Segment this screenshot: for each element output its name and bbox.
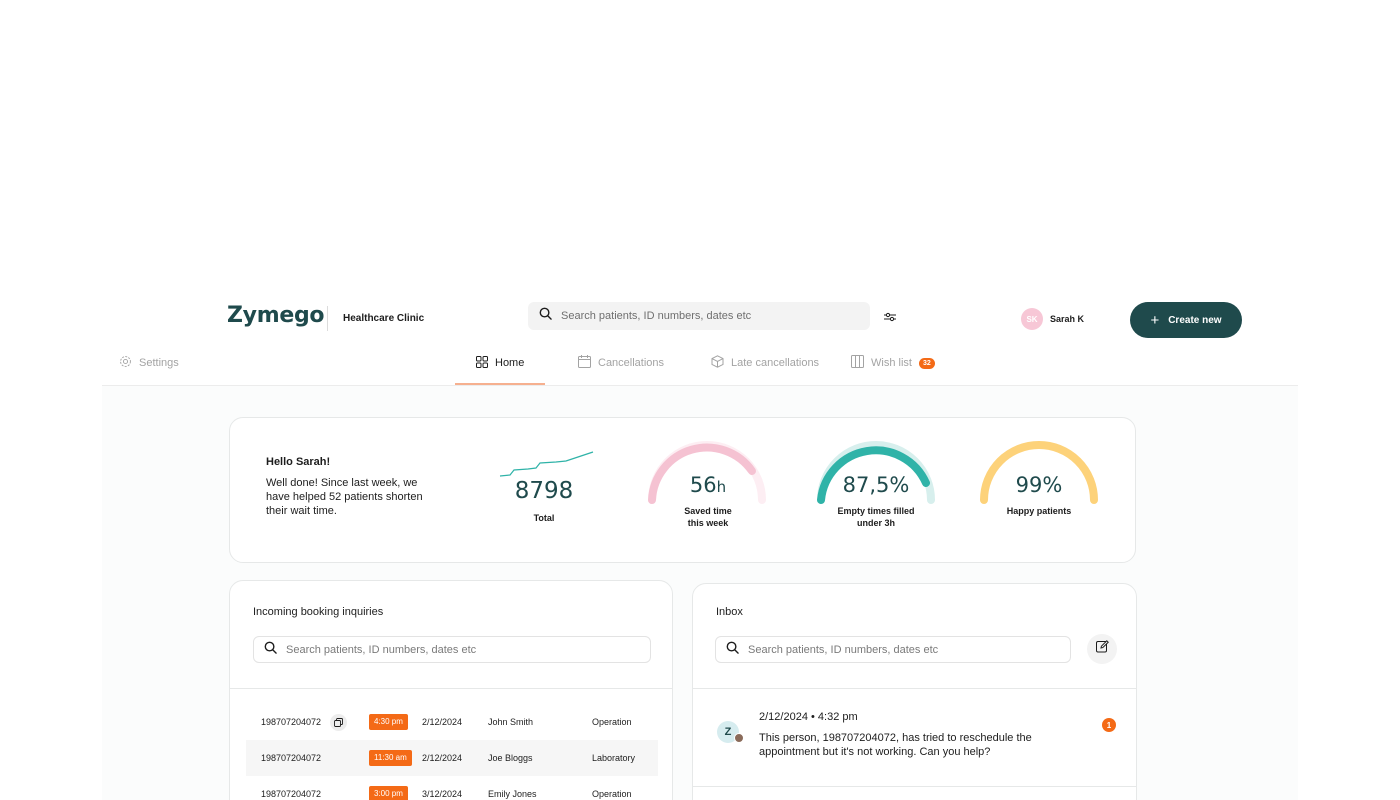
saved-time-label-line2: this week: [687, 518, 729, 528]
time-cell: 4:30 pm: [369, 704, 408, 740]
time-badge: 11:30 am: [369, 750, 412, 766]
gear-icon: [119, 355, 132, 371]
empty-times-label-line2: under 3h: [856, 518, 895, 528]
saved-time-label-line1: Saved time: [684, 506, 732, 516]
tab-home-label: Home: [495, 357, 525, 369]
columns-icon: [851, 355, 864, 371]
search-icon: [264, 641, 277, 659]
message-divider: [692, 786, 1137, 787]
greeting-message: Well done! Since last week, we have help…: [266, 477, 423, 517]
global-search-input[interactable]: Search patients, ID numbers, dates etc: [528, 302, 870, 330]
inbox-card: [692, 583, 1137, 800]
calendar-icon: [578, 355, 591, 371]
filter-icon[interactable]: [882, 309, 898, 325]
total-sparkline: [499, 451, 594, 477]
message-date: 2/12/2024 • 4:32 pm: [759, 711, 858, 723]
nav-settings-label: Settings: [139, 357, 179, 369]
incoming-inquiries-title: Incoming booking inquiries: [253, 606, 384, 618]
copy-icon[interactable]: [330, 713, 347, 731]
empty-times-label-line1: Empty times filled: [837, 506, 915, 516]
patient-name: Emily Jones: [488, 789, 537, 799]
inbox-search-placeholder: Search patients, ID numbers, dates etc: [748, 643, 939, 656]
inquiries-search-placeholder: Search patients, ID numbers, dates etc: [286, 643, 477, 656]
date-cell: 3/12/2024: [422, 789, 463, 799]
saved-time-unit: h: [716, 478, 727, 496]
patient-id: 198707204072: [261, 717, 322, 727]
patient-id: 198707204072: [261, 789, 322, 799]
total-label: Total: [533, 513, 555, 523]
time-badge: 3:00 pm: [369, 786, 408, 800]
tab-wish-list-label: Wish list: [871, 357, 912, 369]
message-text[interactable]: This person, 198707204072, has tried to …: [759, 731, 1079, 759]
inquiries-search-input[interactable]: Search patients, ID numbers, dates etc: [253, 636, 651, 663]
user-name[interactable]: Sarah K: [1050, 314, 1084, 324]
tab-home[interactable]: Home: [476, 352, 524, 374]
table-row[interactable]: 198707204072 3:00 pm 3/12/2024 Emily Jon…: [246, 776, 658, 800]
plus-icon: +: [1150, 311, 1160, 329]
table-row[interactable]: 198707204072 4:30 pm 2/12/2024 John Smit…: [246, 704, 658, 740]
inbox-title: Inbox: [716, 606, 743, 618]
logo[interactable]: Zymego: [227, 303, 325, 328]
tab-cancellations-label: Cancellations: [598, 357, 665, 369]
global-search-placeholder: Search patients, ID numbers, dates etc: [561, 310, 752, 322]
time-cell: 3:00 pm: [369, 776, 408, 800]
time-badge: 4:30 pm: [369, 714, 408, 730]
logo-divider: [327, 306, 328, 331]
tab-late-cancellations-label: Late cancellations: [731, 357, 820, 369]
search-icon: [726, 641, 739, 659]
tab-cancellations[interactable]: Cancellations: [578, 352, 664, 374]
booking-type: Laboratory: [592, 753, 636, 763]
saved-time-label: Saved time this week: [658, 505, 758, 529]
compose-button[interactable]: [1087, 634, 1117, 664]
table-row[interactable]: 198707204072 11:30 am 2/12/2024 Joe Blog…: [246, 740, 658, 776]
patient-name: John Smith: [488, 717, 534, 727]
unread-badge: 1: [1102, 718, 1116, 732]
date-cell: 2/12/2024: [422, 717, 463, 727]
happy-patients-value: 99%: [1015, 473, 1063, 497]
box-icon: [711, 355, 724, 371]
inbox-divider: [692, 688, 1137, 689]
total-value: 8798: [514, 478, 574, 504]
saved-time-value: 56h: [668, 473, 748, 497]
empty-times-label: Empty times filled under 3h: [816, 505, 936, 529]
booking-type: Operation: [592, 717, 632, 727]
user-avatar[interactable]: SK: [1021, 308, 1043, 330]
nav-settings[interactable]: Settings: [119, 352, 179, 374]
patient-name: Joe Bloggs: [488, 753, 533, 763]
clinic-name: Healthcare Clinic: [343, 313, 425, 324]
time-cell: 11:30 am: [369, 740, 412, 776]
create-new-button[interactable]: + Create new: [1130, 302, 1242, 338]
tab-wish-list[interactable]: Wish list 32: [851, 352, 935, 374]
happy-patients-label: Happy patients: [1006, 506, 1072, 516]
compose-icon: [1095, 640, 1109, 658]
copy-cell: [330, 704, 347, 740]
inbox-search-input[interactable]: Search patients, ID numbers, dates etc: [715, 636, 1071, 663]
grid-icon: [476, 355, 488, 371]
patient-id: 198707204072: [261, 753, 322, 763]
search-icon: [539, 307, 552, 325]
tab-late-cancellations[interactable]: Late cancellations: [711, 352, 819, 374]
wish-list-count-badge: 32: [918, 357, 935, 369]
date-cell: 2/12/2024: [422, 753, 463, 763]
message-sender-avatar: [734, 733, 744, 743]
booking-type: Operation: [592, 789, 632, 799]
greeting-title: Hello Sarah!: [266, 456, 331, 468]
saved-time-number: 56: [689, 473, 717, 497]
inquiries-divider: [229, 688, 673, 689]
create-new-label: Create new: [1168, 314, 1222, 326]
empty-times-value: 87,5%: [842, 473, 910, 497]
